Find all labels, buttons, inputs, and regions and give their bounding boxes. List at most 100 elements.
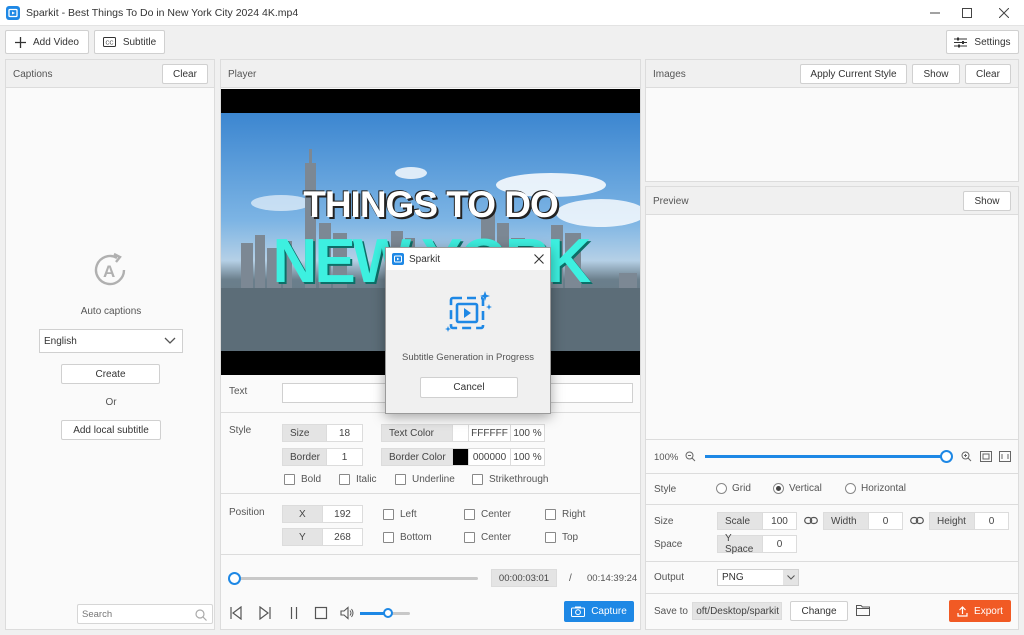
y-space-field[interactable]: Y Space 0 xyxy=(717,533,797,555)
search-box[interactable] xyxy=(77,604,213,624)
next-frame-icon[interactable] xyxy=(258,606,272,620)
left-checkbox[interactable]: Left xyxy=(383,509,417,520)
output-format-select[interactable]: PNG xyxy=(717,569,799,586)
actual-size-icon[interactable] xyxy=(999,451,1011,462)
center-v-checkbox[interactable]: Center xyxy=(464,532,511,543)
strikethrough-checkbox[interactable]: Strikethrough xyxy=(472,474,548,485)
width-field[interactable]: Width 0 xyxy=(823,512,903,530)
create-button[interactable]: Create xyxy=(61,364,160,384)
x-field[interactable]: X 192 xyxy=(282,505,363,523)
zoom-in-icon[interactable] xyxy=(961,451,972,462)
images-show-button[interactable]: Show xyxy=(912,64,960,84)
close-window-button[interactable] xyxy=(986,0,1022,26)
language-select[interactable]: English xyxy=(39,329,183,353)
center-h-checkbox[interactable]: Center xyxy=(464,509,511,520)
top-check-box[interactable] xyxy=(545,532,556,543)
scale-field[interactable]: Scale 100 xyxy=(717,512,797,530)
settings-button[interactable]: Settings xyxy=(946,30,1019,54)
save-path-field[interactable]: oft/Desktop/sparkit xyxy=(692,602,782,620)
preview-show-button[interactable]: Show xyxy=(963,191,1011,211)
left-check-box[interactable] xyxy=(383,509,394,520)
x-value[interactable]: 192 xyxy=(323,505,363,523)
output-format-arrow[interactable] xyxy=(783,570,798,585)
playback-track[interactable] xyxy=(228,572,478,585)
height-field[interactable]: Height 0 xyxy=(929,512,1009,530)
link-icon[interactable] xyxy=(910,515,924,526)
text-color-hex[interactable]: FFFFFF xyxy=(469,424,511,442)
strikethrough-check-box[interactable] xyxy=(472,474,483,485)
underline-label: Underline xyxy=(412,474,455,485)
folder-icon[interactable] xyxy=(856,604,870,616)
border-field[interactable]: Border 1 xyxy=(282,448,363,466)
grid-radio[interactable]: Grid xyxy=(716,483,751,494)
apply-current-style-button[interactable]: Apply Current Style xyxy=(800,64,907,84)
zoom-track[interactable] xyxy=(705,450,953,463)
dialog-close-icon[interactable] xyxy=(534,254,544,264)
add-local-subtitle-button[interactable]: Add local subtitle xyxy=(61,420,161,440)
export-icon xyxy=(957,605,968,617)
subtitle-button[interactable]: CC Subtitle xyxy=(94,30,165,54)
style-label: Style xyxy=(229,425,252,436)
y-value[interactable]: 268 xyxy=(323,528,363,546)
height-value[interactable]: 0 xyxy=(975,512,1009,530)
size-field[interactable]: Size 18 xyxy=(282,424,363,442)
text-color-swatch[interactable] xyxy=(453,424,469,442)
fit-screen-icon[interactable] xyxy=(980,451,992,462)
italic-check-box[interactable] xyxy=(339,474,350,485)
underline-check-box[interactable] xyxy=(395,474,406,485)
border-color-opacity[interactable]: 100 % xyxy=(511,448,545,466)
bottom-check-box[interactable] xyxy=(383,532,394,543)
closed-caption-icon: CC xyxy=(102,37,116,47)
right-check-box[interactable] xyxy=(545,509,556,520)
border-color-swatch[interactable] xyxy=(453,448,469,466)
volume-handle[interactable] xyxy=(382,608,393,618)
volume-icon[interactable] xyxy=(340,606,355,620)
search-icon[interactable] xyxy=(195,609,207,621)
volume-track[interactable] xyxy=(360,608,410,618)
export-button[interactable]: Export xyxy=(949,600,1011,622)
previous-frame-icon[interactable] xyxy=(229,606,243,620)
center-v-check-box[interactable] xyxy=(464,532,475,543)
pause-icon[interactable] xyxy=(287,606,301,620)
stop-icon[interactable] xyxy=(314,606,328,620)
divider xyxy=(221,554,640,555)
sliders-icon xyxy=(954,37,968,47)
right-checkbox[interactable]: Right xyxy=(545,509,585,520)
italic-checkbox[interactable]: Italic xyxy=(339,474,377,485)
bottom-checkbox[interactable]: Bottom xyxy=(383,532,432,543)
bold-check-box[interactable] xyxy=(284,474,295,485)
underline-checkbox[interactable]: Underline xyxy=(395,474,455,485)
text-color-field[interactable]: Text Color FFFFFF 100 % xyxy=(381,424,545,442)
border-color-field[interactable]: Border Color 000000 100 % xyxy=(381,448,545,466)
zoom-out-icon[interactable] xyxy=(685,451,696,462)
size-value[interactable]: 18 xyxy=(327,424,363,442)
link-icon[interactable] xyxy=(804,515,818,526)
border-value[interactable]: 1 xyxy=(327,448,363,466)
minimize-button[interactable] xyxy=(918,0,952,26)
center-h-check-box[interactable] xyxy=(464,509,475,520)
horizontal-radio[interactable]: Horizontal xyxy=(845,483,906,494)
vertical-radio[interactable]: Vertical xyxy=(773,483,822,494)
scale-value[interactable]: 100 xyxy=(763,512,797,530)
grid-radio-dot[interactable] xyxy=(716,483,727,494)
captions-clear-button[interactable]: Clear xyxy=(162,64,208,84)
search-input[interactable] xyxy=(82,607,192,621)
border-color-hex[interactable]: 000000 xyxy=(469,448,511,466)
playback-handle[interactable] xyxy=(228,572,241,585)
maximize-button[interactable] xyxy=(950,0,984,26)
dialog-cancel-button[interactable]: Cancel xyxy=(420,377,518,398)
change-button[interactable]: Change xyxy=(790,601,848,621)
capture-button[interactable]: Capture xyxy=(564,601,634,622)
captions-header: Captions Clear xyxy=(6,60,214,88)
y-field[interactable]: Y 268 xyxy=(282,528,363,546)
horizontal-radio-dot[interactable] xyxy=(845,483,856,494)
add-video-button[interactable]: Add Video xyxy=(5,30,89,54)
bold-checkbox[interactable]: Bold xyxy=(284,474,321,485)
zoom-handle[interactable] xyxy=(940,450,953,463)
top-checkbox[interactable]: Top xyxy=(545,532,578,543)
images-clear-button[interactable]: Clear xyxy=(965,64,1011,84)
text-color-opacity[interactable]: 100 % xyxy=(511,424,545,442)
width-value[interactable]: 0 xyxy=(869,512,903,530)
vertical-radio-dot[interactable] xyxy=(773,483,784,494)
y-space-value[interactable]: 0 xyxy=(763,535,797,553)
